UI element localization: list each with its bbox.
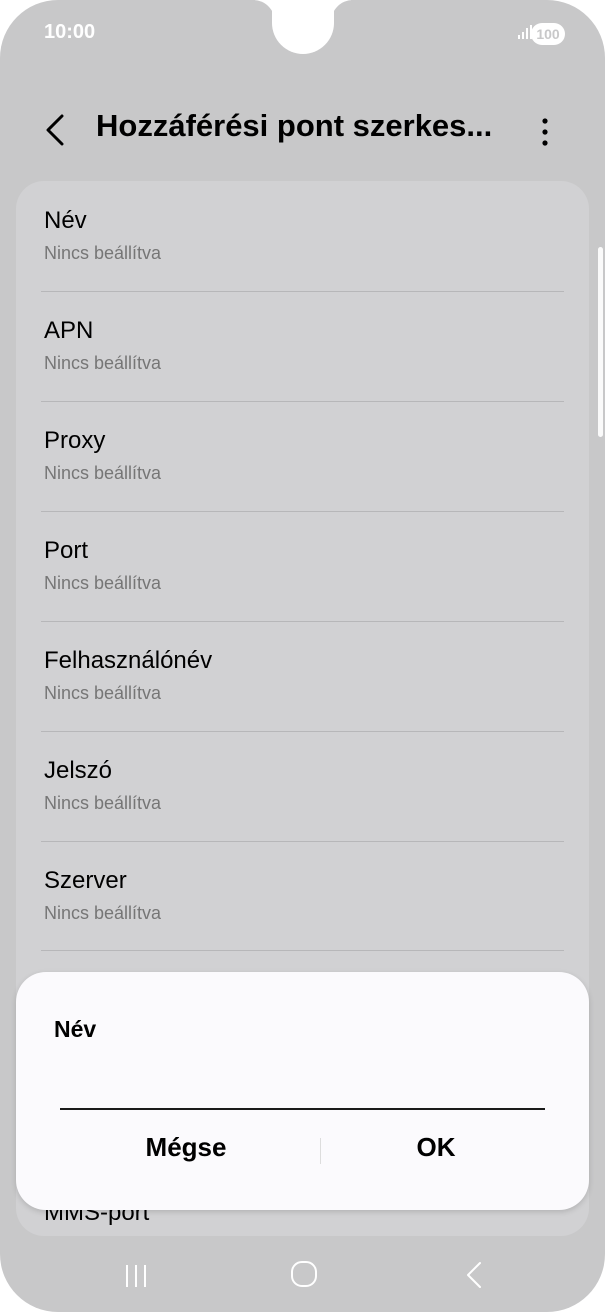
page-title: Hozzáférési pont szerkes...	[96, 108, 493, 143]
home-icon[interactable]	[290, 1260, 318, 1288]
setting-label: Proxy	[44, 427, 106, 454]
cancel-button[interactable]: Mégse	[114, 1132, 258, 1163]
setting-item-server[interactable]: Szerver Nincs beállítva	[44, 841, 566, 951]
setting-value: Nincs beállítva	[44, 683, 162, 703]
setting-item-port[interactable]: Port Nincs beállítva	[44, 511, 566, 621]
setting-label: Szerver	[44, 867, 127, 894]
name-dialog: Név Mégse OK	[16, 972, 589, 1210]
setting-item-name[interactable]: Név Nincs beállítva	[44, 181, 566, 291]
setting-value: Nincs beállítva	[44, 903, 162, 923]
camera-notch	[272, 0, 334, 54]
dialog-title: Név	[54, 1016, 97, 1042]
recent-apps-icon[interactable]	[124, 1262, 148, 1290]
setting-value: Nincs beállítva	[44, 353, 162, 373]
setting-value: Nincs beállítva	[44, 243, 162, 263]
setting-label: Felhasználónév	[44, 647, 213, 674]
setting-label: Port	[44, 537, 89, 564]
navigation-bar	[0, 1240, 605, 1310]
setting-label: APN	[44, 317, 94, 344]
phone-screen: 10:00 100 Hozzáférési pont szerkes... Né…	[0, 0, 605, 1312]
setting-label: Név	[44, 207, 87, 234]
setting-value: Nincs beállítva	[44, 573, 162, 593]
status-bar: 10:00 100	[0, 0, 605, 70]
name-input-underline	[60, 1108, 545, 1110]
more-options-icon[interactable]	[533, 116, 557, 148]
setting-label: Jelszó	[44, 757, 113, 784]
divider	[41, 950, 564, 951]
setting-item-apn[interactable]: APN Nincs beállítva	[44, 291, 566, 401]
back-arrow-icon[interactable]	[42, 114, 70, 146]
battery-indicator: 100	[531, 23, 565, 45]
setting-value: Nincs beállítva	[44, 463, 162, 483]
status-time: 10:00	[44, 21, 96, 43]
scrollbar[interactable]	[598, 247, 603, 437]
nav-back-icon[interactable]	[464, 1260, 484, 1290]
setting-item-username[interactable]: Felhasználónév Nincs beállítva	[44, 621, 566, 731]
setting-item-proxy[interactable]: Proxy Nincs beállítva	[44, 401, 566, 511]
button-separator	[320, 1138, 321, 1164]
ok-button[interactable]: OK	[376, 1132, 496, 1163]
setting-value: Nincs beállítva	[44, 793, 162, 813]
setting-item-password[interactable]: Jelszó Nincs beállítva	[44, 731, 566, 841]
app-bar: Hozzáférési pont szerkes...	[0, 100, 605, 162]
name-input[interactable]	[60, 1072, 549, 1108]
